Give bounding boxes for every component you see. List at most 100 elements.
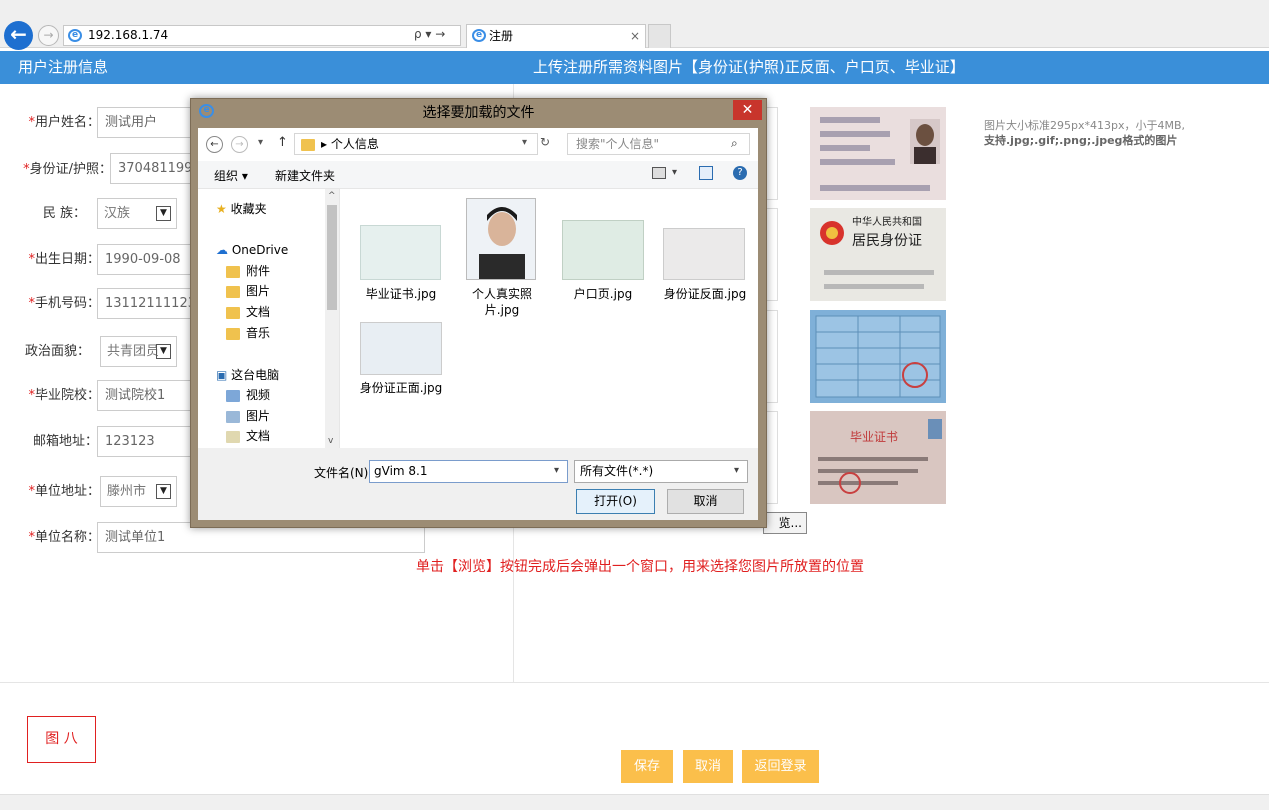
ie-logo-icon: e bbox=[68, 29, 82, 42]
id-input[interactable]: 370481199 bbox=[110, 153, 195, 184]
birth-input[interactable]: 1990-09-08 bbox=[97, 244, 195, 275]
browse-button[interactable]: 览... bbox=[763, 512, 807, 534]
mail-input[interactable]: 123123 bbox=[97, 426, 195, 457]
cancel-button[interactable]: 取消 bbox=[683, 750, 733, 783]
dialog-ie-icon: e bbox=[199, 104, 214, 118]
tree-item-videos[interactable]: 视频 bbox=[226, 386, 270, 404]
filename-dropdown-icon[interactable]: ▾ bbox=[554, 465, 559, 476]
folder-icon bbox=[226, 327, 240, 340]
phone-input[interactable]: 13112111123 bbox=[97, 288, 196, 319]
open-button[interactable]: 打开(O) bbox=[576, 489, 655, 514]
mail-label: 邮箱地址： bbox=[32, 434, 98, 449]
path-dropdown-icon[interactable]: ▾ bbox=[522, 137, 527, 148]
browser-tab[interactable]: 注册 bbox=[466, 24, 646, 48]
school-label: *毕业院校： bbox=[28, 388, 100, 403]
id-back-file-thumbnail[interactable] bbox=[663, 228, 745, 280]
political-select[interactable]: 共青团员 ▼ bbox=[100, 336, 177, 367]
id-card-title-text: 居民身份证 bbox=[852, 233, 922, 249]
tree-item-attachments[interactable]: 附件 bbox=[226, 262, 270, 280]
work-name-label: *单位名称： bbox=[28, 530, 100, 545]
section-divider bbox=[0, 682, 1269, 683]
dialog-forward-icon[interactable]: → bbox=[231, 136, 248, 153]
work-address-label: *单位地址： bbox=[28, 484, 100, 499]
preview-pane-icon[interactable] bbox=[699, 166, 713, 180]
name-input[interactable]: 测试用户 bbox=[97, 107, 195, 138]
video-folder-icon bbox=[226, 389, 240, 402]
folder-icon bbox=[226, 285, 240, 298]
tree-item-this-pc[interactable]: ▣ 这台电脑 bbox=[216, 366, 279, 384]
id-back-image: 中华人民共和国 居民身份证 bbox=[810, 208, 946, 301]
tree-item-music[interactable]: 音乐 bbox=[226, 324, 270, 342]
birth-label: *出生日期： bbox=[28, 252, 100, 267]
right-section-title: 上传注册所需资料图片【身份证(护照)正反面、户口页、毕业证】 bbox=[533, 58, 965, 76]
dialog-cancel-button[interactable]: 取消 bbox=[667, 489, 744, 514]
folder-icon bbox=[301, 138, 315, 151]
name-label: *用户姓名： bbox=[28, 115, 100, 130]
diploma-title-text: 毕业证书 bbox=[850, 430, 898, 444]
search-icon: ⌕ bbox=[731, 136, 738, 150]
pictures-folder-icon bbox=[226, 410, 240, 423]
filename-label: 文件名(N): bbox=[314, 466, 373, 480]
tab-close-icon[interactable]: × bbox=[630, 29, 640, 43]
political-label: 政治面貌： bbox=[24, 344, 90, 359]
file-household[interactable]: 户口页.jpg bbox=[560, 286, 646, 302]
recent-dropdown-icon[interactable]: ▾ bbox=[258, 137, 263, 148]
view-dropdown-icon[interactable]: ▾ bbox=[672, 167, 677, 178]
filename-input[interactable]: gVim 8.1 bbox=[369, 460, 568, 483]
diploma-image: 毕业证书 bbox=[810, 411, 946, 504]
tree-item-onedrive[interactable]: ☁ OneDrive bbox=[216, 241, 288, 259]
back-to-login-button[interactable]: 返回登录 bbox=[742, 750, 819, 783]
refresh-icon[interactable]: ↻ bbox=[540, 135, 550, 149]
computer-icon: ▣ bbox=[216, 368, 232, 382]
figure-label: 图 八 bbox=[27, 716, 96, 763]
address-bar[interactable]: 192.168.1.74 bbox=[63, 25, 461, 46]
household-file-thumbnail[interactable] bbox=[562, 220, 644, 280]
photo-file-thumbnail[interactable] bbox=[466, 198, 536, 280]
folder-icon bbox=[226, 306, 240, 319]
up-arrow-icon[interactable]: ↑ bbox=[277, 135, 288, 150]
forward-arrow-icon[interactable]: → bbox=[38, 25, 59, 46]
cloud-icon: ☁ bbox=[216, 243, 232, 257]
upload-size-note: 图片大小标准295px*413px，小于4MB, 支持.jpg;.gif;.pn… bbox=[984, 119, 1186, 147]
new-tab-button[interactable] bbox=[648, 24, 671, 48]
folder-icon bbox=[226, 265, 240, 278]
dialog-search-input[interactable]: 搜索"个人信息" bbox=[567, 133, 750, 155]
search-go-icon[interactable]: ρ ▾ → bbox=[414, 27, 445, 41]
dialog-close-button[interactable]: ✕ bbox=[733, 100, 762, 120]
chevron-down-icon: ▼ bbox=[156, 344, 171, 359]
id-label: *身份证/护照： bbox=[23, 162, 112, 177]
work-address-select[interactable]: 滕州市 ▼ bbox=[100, 476, 177, 507]
ethnic-select[interactable]: 汉族 ▼ bbox=[97, 198, 177, 229]
file-id-back[interactable]: 身份证反面.jpg bbox=[660, 286, 750, 302]
path-bar[interactable]: ▸ 个人信息 bbox=[294, 133, 538, 155]
chevron-down-icon: ▼ bbox=[156, 206, 171, 221]
tree-item-favorites[interactable]: ★ 收藏夹 bbox=[216, 200, 267, 218]
file-id-front[interactable]: 身份证正面.jpg bbox=[357, 380, 445, 396]
organize-menu[interactable]: 组织 ▾ bbox=[214, 167, 248, 184]
save-button[interactable]: 保存 bbox=[621, 750, 673, 783]
dialog-back-icon[interactable]: ← bbox=[206, 136, 223, 153]
filetype-select[interactable]: 所有文件(*.*) bbox=[574, 460, 748, 483]
scrollbar-thumb[interactable] bbox=[327, 205, 337, 310]
tree-item-pc-pictures[interactable]: 图片 bbox=[226, 407, 270, 425]
dialog-title: 选择要加载的文件 bbox=[422, 105, 535, 121]
file-diploma[interactable]: 毕业证书.jpg bbox=[357, 286, 445, 302]
file-photo[interactable]: 个人真实照片.jpg bbox=[462, 286, 542, 318]
filetype-dropdown-icon[interactable]: ▾ bbox=[734, 465, 739, 476]
school-input[interactable]: 测试院校1 bbox=[97, 380, 195, 411]
help-icon[interactable]: ? bbox=[733, 166, 747, 180]
new-folder-button[interactable]: 新建文件夹 bbox=[275, 167, 335, 184]
tree-item-pc-documents[interactable]: 文档 bbox=[226, 427, 270, 445]
diploma-file-thumbnail[interactable] bbox=[360, 225, 441, 280]
scroll-up-icon[interactable]: ^ bbox=[328, 191, 336, 201]
star-icon: ★ bbox=[216, 202, 231, 216]
tree-item-pictures[interactable]: 图片 bbox=[226, 282, 270, 300]
scroll-down-icon[interactable]: v bbox=[328, 436, 333, 446]
phone-label: *手机号码： bbox=[28, 296, 100, 311]
view-icon[interactable] bbox=[652, 167, 666, 179]
page-footer bbox=[0, 794, 1269, 810]
id-front-image bbox=[810, 107, 946, 200]
tree-item-documents[interactable]: 文档 bbox=[226, 303, 270, 321]
id-front-file-thumbnail[interactable] bbox=[360, 322, 442, 375]
back-arrow-icon[interactable]: ← bbox=[4, 21, 33, 50]
